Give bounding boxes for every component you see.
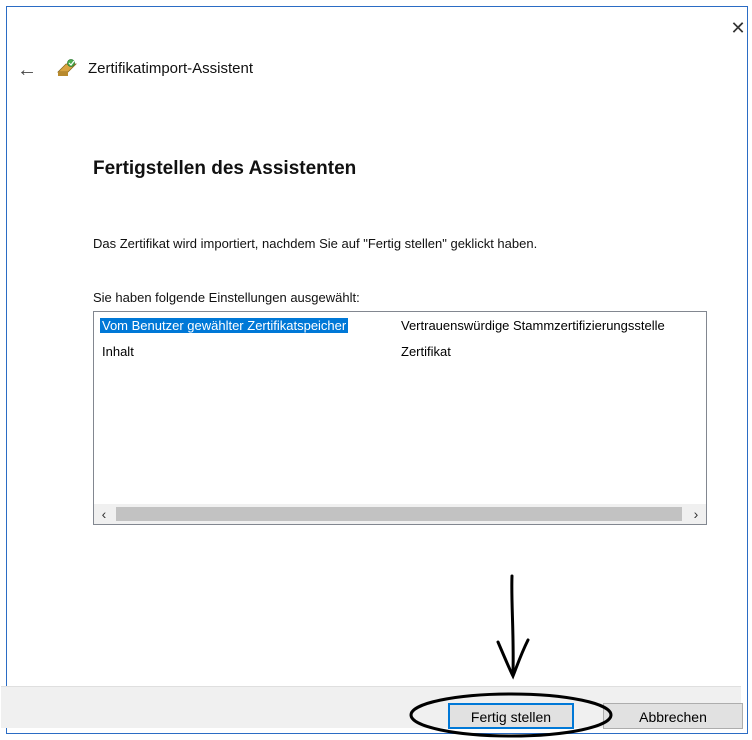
setting-key: Inhalt: [102, 344, 134, 359]
setting-value: Vertrauenswürdige Stammzertifizierungsst…: [401, 318, 665, 333]
setting-key: Vom Benutzer gewählter Zertifikatspeiche…: [100, 318, 349, 333]
cancel-button[interactable]: Abbrechen: [603, 703, 743, 729]
page-title: Fertigstellen des Assistenten: [93, 158, 357, 179]
setting-value: Zertifikat: [401, 344, 451, 359]
horizontal-scrollbar[interactable]: ‹ ›: [94, 504, 706, 524]
scroll-left-icon[interactable]: ‹: [94, 504, 114, 524]
intro-text: Das Zertifikat wird importiert, nachdem …: [93, 236, 538, 251]
certificate-wizard-icon: [57, 59, 77, 76]
scroll-thumb[interactable]: [116, 507, 682, 521]
wizard-title: Zertifikatimport-Assistent: [88, 60, 254, 77]
annotation-ellipse-icon: [409, 692, 613, 738]
scroll-right-icon[interactable]: ›: [686, 504, 706, 524]
settings-list[interactable]: Vom Benutzer gewählter Zertifikatspeiche…: [93, 311, 707, 525]
list-item[interactable]: Inhalt Zertifikat: [94, 342, 706, 362]
annotation-arrow-icon: [496, 574, 530, 680]
back-arrow-icon[interactable]: ←: [16, 58, 38, 82]
settings-label: Sie haben folgende Einstellungen ausgewä…: [93, 290, 360, 305]
close-icon[interactable]: ✕: [728, 18, 748, 38]
list-item[interactable]: Vom Benutzer gewählter Zertifikatspeiche…: [94, 316, 706, 336]
